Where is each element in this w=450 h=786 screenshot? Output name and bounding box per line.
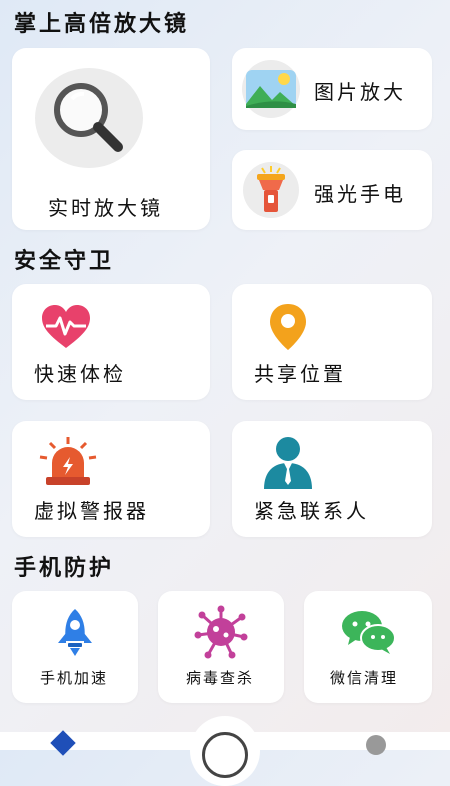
wechat-clean-card[interactable]: 微信清理 bbox=[304, 591, 432, 703]
page-title: 掌上高倍放大镜 bbox=[14, 11, 190, 37]
magnifier-card[interactable]: 实时放大镜 bbox=[12, 48, 210, 230]
flashlight-card[interactable]: 强光手电 bbox=[232, 150, 432, 230]
virus-scan-label: 病毒查杀 bbox=[186, 669, 255, 687]
home-nav-icon[interactable] bbox=[50, 730, 76, 756]
alarm-label: 虚拟警报器 bbox=[34, 499, 149, 523]
emergency-contact-label: 紧急联系人 bbox=[254, 499, 369, 523]
landscape-photo-icon bbox=[242, 60, 300, 122]
phone-boost-label: 手机加速 bbox=[40, 669, 109, 687]
virus-icon bbox=[194, 605, 248, 663]
safety-section-title: 安全守卫 bbox=[14, 248, 115, 274]
wechat-icon bbox=[340, 609, 398, 659]
rocket-icon bbox=[54, 607, 96, 661]
health-check-label: 快速体检 bbox=[34, 362, 126, 386]
contact-person-icon bbox=[260, 435, 316, 493]
wechat-clean-label: 微信清理 bbox=[330, 669, 399, 687]
magnifier-label: 实时放大镜 bbox=[48, 196, 163, 220]
emergency-contact-card[interactable]: 紧急联系人 bbox=[232, 421, 432, 537]
flashlight-icon bbox=[242, 162, 300, 222]
alarm-card[interactable]: 虚拟警报器 bbox=[12, 421, 210, 537]
magnifier-icon bbox=[34, 66, 144, 180]
share-location-label: 共享位置 bbox=[254, 362, 346, 386]
profile-nav-icon[interactable] bbox=[366, 735, 386, 755]
camera-nav-icon bbox=[202, 732, 248, 778]
photo-zoom-card[interactable]: 图片放大 bbox=[232, 48, 432, 130]
location-pin-icon bbox=[268, 302, 308, 356]
heart-rate-icon bbox=[40, 304, 92, 354]
share-location-card[interactable]: 共享位置 bbox=[232, 284, 432, 400]
center-nav-button[interactable] bbox=[190, 716, 260, 786]
virus-scan-card[interactable]: 病毒查杀 bbox=[158, 591, 284, 703]
flashlight-label: 强光手电 bbox=[314, 182, 406, 206]
health-check-card[interactable]: 快速体检 bbox=[12, 284, 210, 400]
photo-zoom-label: 图片放大 bbox=[314, 80, 406, 104]
alarm-siren-icon bbox=[36, 435, 100, 491]
phone-section-title: 手机防护 bbox=[14, 555, 115, 581]
phone-boost-card[interactable]: 手机加速 bbox=[12, 591, 138, 703]
